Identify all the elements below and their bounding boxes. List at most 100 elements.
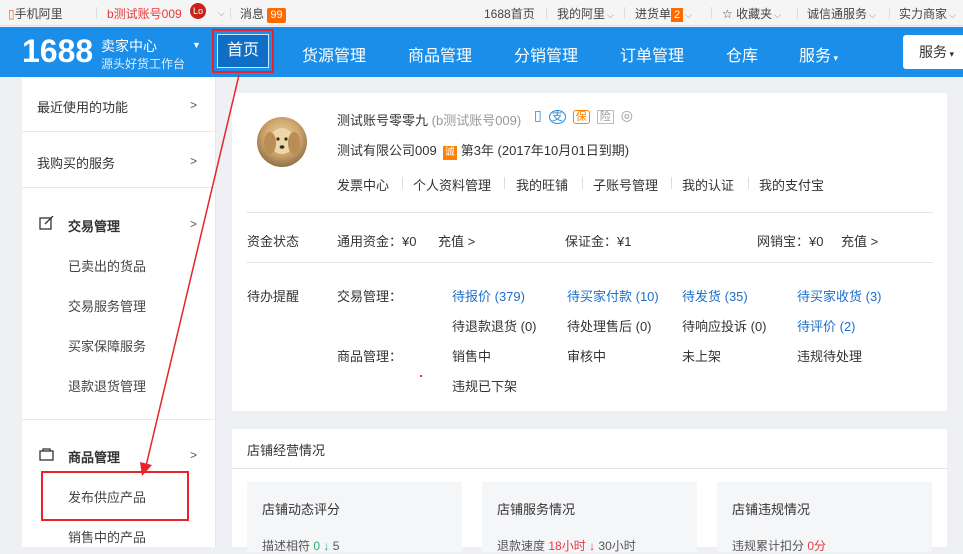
divider [546, 7, 547, 19]
sidebar-item-recent[interactable]: 最近使用的功能 [37, 97, 128, 116]
main-nav: 1688 卖家中心 ▼ 源头好货工作台 首页 货源管理 商品管理 分销管理 订单… [0, 27, 963, 77]
my-alibaba-menu[interactable]: 我的阿里 ⌵ [557, 5, 614, 22]
favorites-menu[interactable]: ☆ 收藏夹 ⌵ [722, 5, 781, 22]
todo-on-sale[interactable]: 销售中 [452, 346, 491, 365]
todo-pending-review[interactable]: 待评价 (2) [797, 316, 856, 335]
link-my-certification[interactable]: 我的认证 [682, 175, 734, 194]
nav-item-warehouse[interactable]: 仓库 [726, 42, 758, 66]
chevron-down-icon: ⌵ [607, 10, 614, 20]
divider [748, 177, 749, 189]
todo-under-review[interactable]: 审核中 [567, 346, 606, 365]
company-name: 测试有限公司009 诚第3年 (2017年10月01日到期) [337, 143, 630, 160]
todo-violation-pending[interactable]: 违规待处理 [797, 346, 862, 365]
home-1688-link[interactable]: 1688首页 [484, 5, 535, 22]
sidebar-item-refunds[interactable]: 退款退货管理 [68, 376, 146, 395]
nav-item-products[interactable]: 商品管理 [408, 42, 472, 66]
todo-pending-shipment[interactable]: 待发货 (35) [682, 286, 748, 305]
chevron-down-icon: ⌵ [774, 10, 781, 20]
account-level-badge: Lo [190, 3, 206, 19]
credit-icon[interactable]: ◎ [621, 107, 640, 123]
recharge-link[interactable]: 充值 > [438, 231, 475, 250]
sidebar-item-trade-services[interactable]: 交易服务管理 [68, 296, 146, 315]
todo-not-listed[interactable]: 未上架 [682, 346, 721, 365]
bag-icon [39, 448, 54, 461]
sidebar-section-trade[interactable]: 交易管理 [68, 216, 120, 235]
nav-home-highlight: 首页 [212, 29, 274, 73]
divider [246, 262, 933, 263]
guarantee-icon[interactable]: 保 [572, 110, 590, 124]
divider [232, 468, 947, 469]
netbank-value: 网销宝：¥0 [757, 234, 824, 249]
description-match-row: 描述相符 0 ↓ 5 [262, 539, 340, 553]
chevron-down-icon: ▾ [831, 53, 839, 63]
phone-icon[interactable]: ▯ [534, 107, 549, 123]
account-link[interactable]: b测试账号009 [107, 5, 182, 22]
logo-1688[interactable]: 1688 [22, 33, 93, 70]
credit-service-menu[interactable]: 诚信通服务 ⌵ [807, 5, 876, 22]
todo-pending-payment[interactable]: 待买家付款 (10) [567, 286, 659, 305]
todo-pending-aftersale[interactable]: 待处理售后 (0) [567, 316, 652, 335]
todo-trade-label: 交易管理： [337, 289, 403, 304]
avatar[interactable] [257, 117, 307, 167]
sidebar-item-sold-goods[interactable]: 已卖出的货品 [68, 256, 146, 275]
violation-points-row: 违规累计扣分 0分 [732, 539, 827, 553]
service-dropdown-button[interactable]: 服务 ▾ [903, 35, 963, 69]
divider [582, 177, 583, 189]
chevron-down-icon: ▾ [947, 49, 955, 59]
messages-link[interactable]: 消息 99 [240, 5, 286, 23]
refund-speed-row: 退款速度 18小时 ↓ 30小时 [497, 539, 636, 553]
todo-pending-refund[interactable]: 待退款退货 (0) [452, 316, 537, 335]
top-bar: ▯手机阿里 b测试账号009 Lo ⌵ 消息 99 1688首页 我的阿里 ⌵ 进… [0, 0, 963, 26]
shop-dynamic-rating-title: 店铺动态评分 [262, 502, 341, 517]
link-invoice-center[interactable]: 发票中心 [337, 175, 389, 194]
power-merchant-menu[interactable]: 实力商家 ⌵ [899, 5, 956, 22]
divider [402, 177, 403, 189]
nav-item-orders[interactable]: 订单管理 [620, 42, 684, 66]
chevron-right-icon[interactable]: > [190, 448, 197, 462]
shop-performance-panel: 店铺经营情况 店铺动态评分 描述相符 0 ↓ 5 店铺服务情况 退款速度 18小… [232, 429, 947, 553]
chevron-right-icon[interactable]: > [190, 217, 197, 231]
divider [246, 212, 933, 213]
sidebar-section-products[interactable]: 商品管理 [68, 447, 120, 466]
nav-item-sourcing[interactable]: 货源管理 [302, 42, 366, 66]
deposit-value: 保证金：¥1 [565, 234, 632, 249]
insurance-icon[interactable]: 险 [596, 110, 614, 124]
chevron-down-icon: ⌵ [949, 10, 956, 20]
sidebar-item-buyer-protection[interactable]: 买家保障服务 [68, 336, 146, 355]
alipay-icon[interactable]: 支 [548, 110, 566, 124]
edit-icon [39, 216, 54, 230]
arrow-down-icon: ↓ [323, 539, 330, 553]
mobile-icon: ▯ [8, 7, 15, 21]
todo-pending-quote[interactable]: 待报价 (379) [452, 286, 525, 305]
purchase-count-badge: 2 [671, 8, 684, 22]
account-name: 测试账号零零九 (b测试账号009) [337, 113, 522, 128]
todo-violation-removed[interactable]: 违规已下架 [452, 376, 517, 395]
sidebar-item-bought-services[interactable]: 我购买的服务 [37, 153, 115, 172]
shop-violation-title: 店铺违规情况 [732, 502, 811, 517]
purchase-list-menu[interactable]: 进货单 2 ⌵ [635, 5, 692, 22]
todo-pending-complaint[interactable]: 待响应投诉 (0) [682, 316, 767, 335]
link-my-shop[interactable]: 我的旺铺 [516, 175, 568, 194]
link-profile[interactable]: 个人资料管理 [413, 175, 491, 194]
chevron-right-icon[interactable]: > [190, 98, 197, 112]
shop-violation-box: 店铺违规情况 违规累计扣分 0分 [717, 482, 932, 553]
nav-item-distribution[interactable]: 分销管理 [514, 42, 578, 66]
chevron-down-icon[interactable]: ⌵ [216, 5, 225, 19]
seller-center-title[interactable]: 卖家中心 [101, 36, 157, 56]
divider [711, 7, 712, 19]
nav-item-home[interactable]: 首页 [217, 34, 269, 68]
link-subaccounts[interactable]: 子账号管理 [593, 175, 658, 194]
messages-count-badge: 99 [267, 8, 286, 23]
chevron-down-icon[interactable]: ▼ [192, 40, 201, 50]
star-icon: ☆ [722, 7, 733, 21]
mobile-alibaba-link[interactable]: ▯手机阿里 [8, 5, 63, 22]
seller-subtitle: 源头好货工作台 [101, 57, 186, 71]
nav-item-services[interactable]: 服务 ▾ [799, 42, 838, 66]
credit-year-badge: 诚 [442, 146, 457, 160]
link-my-alipay[interactable]: 我的支付宝 [759, 175, 824, 194]
chevron-right-icon[interactable]: > [190, 154, 197, 168]
chevron-down-icon: ⌵ [685, 10, 692, 20]
sidebar-item-on-sale-products[interactable]: 销售中的产品 [68, 527, 146, 546]
recharge-link[interactable]: 充值 > [841, 231, 878, 250]
todo-pending-receipt[interactable]: 待买家收货 (3) [797, 286, 882, 305]
